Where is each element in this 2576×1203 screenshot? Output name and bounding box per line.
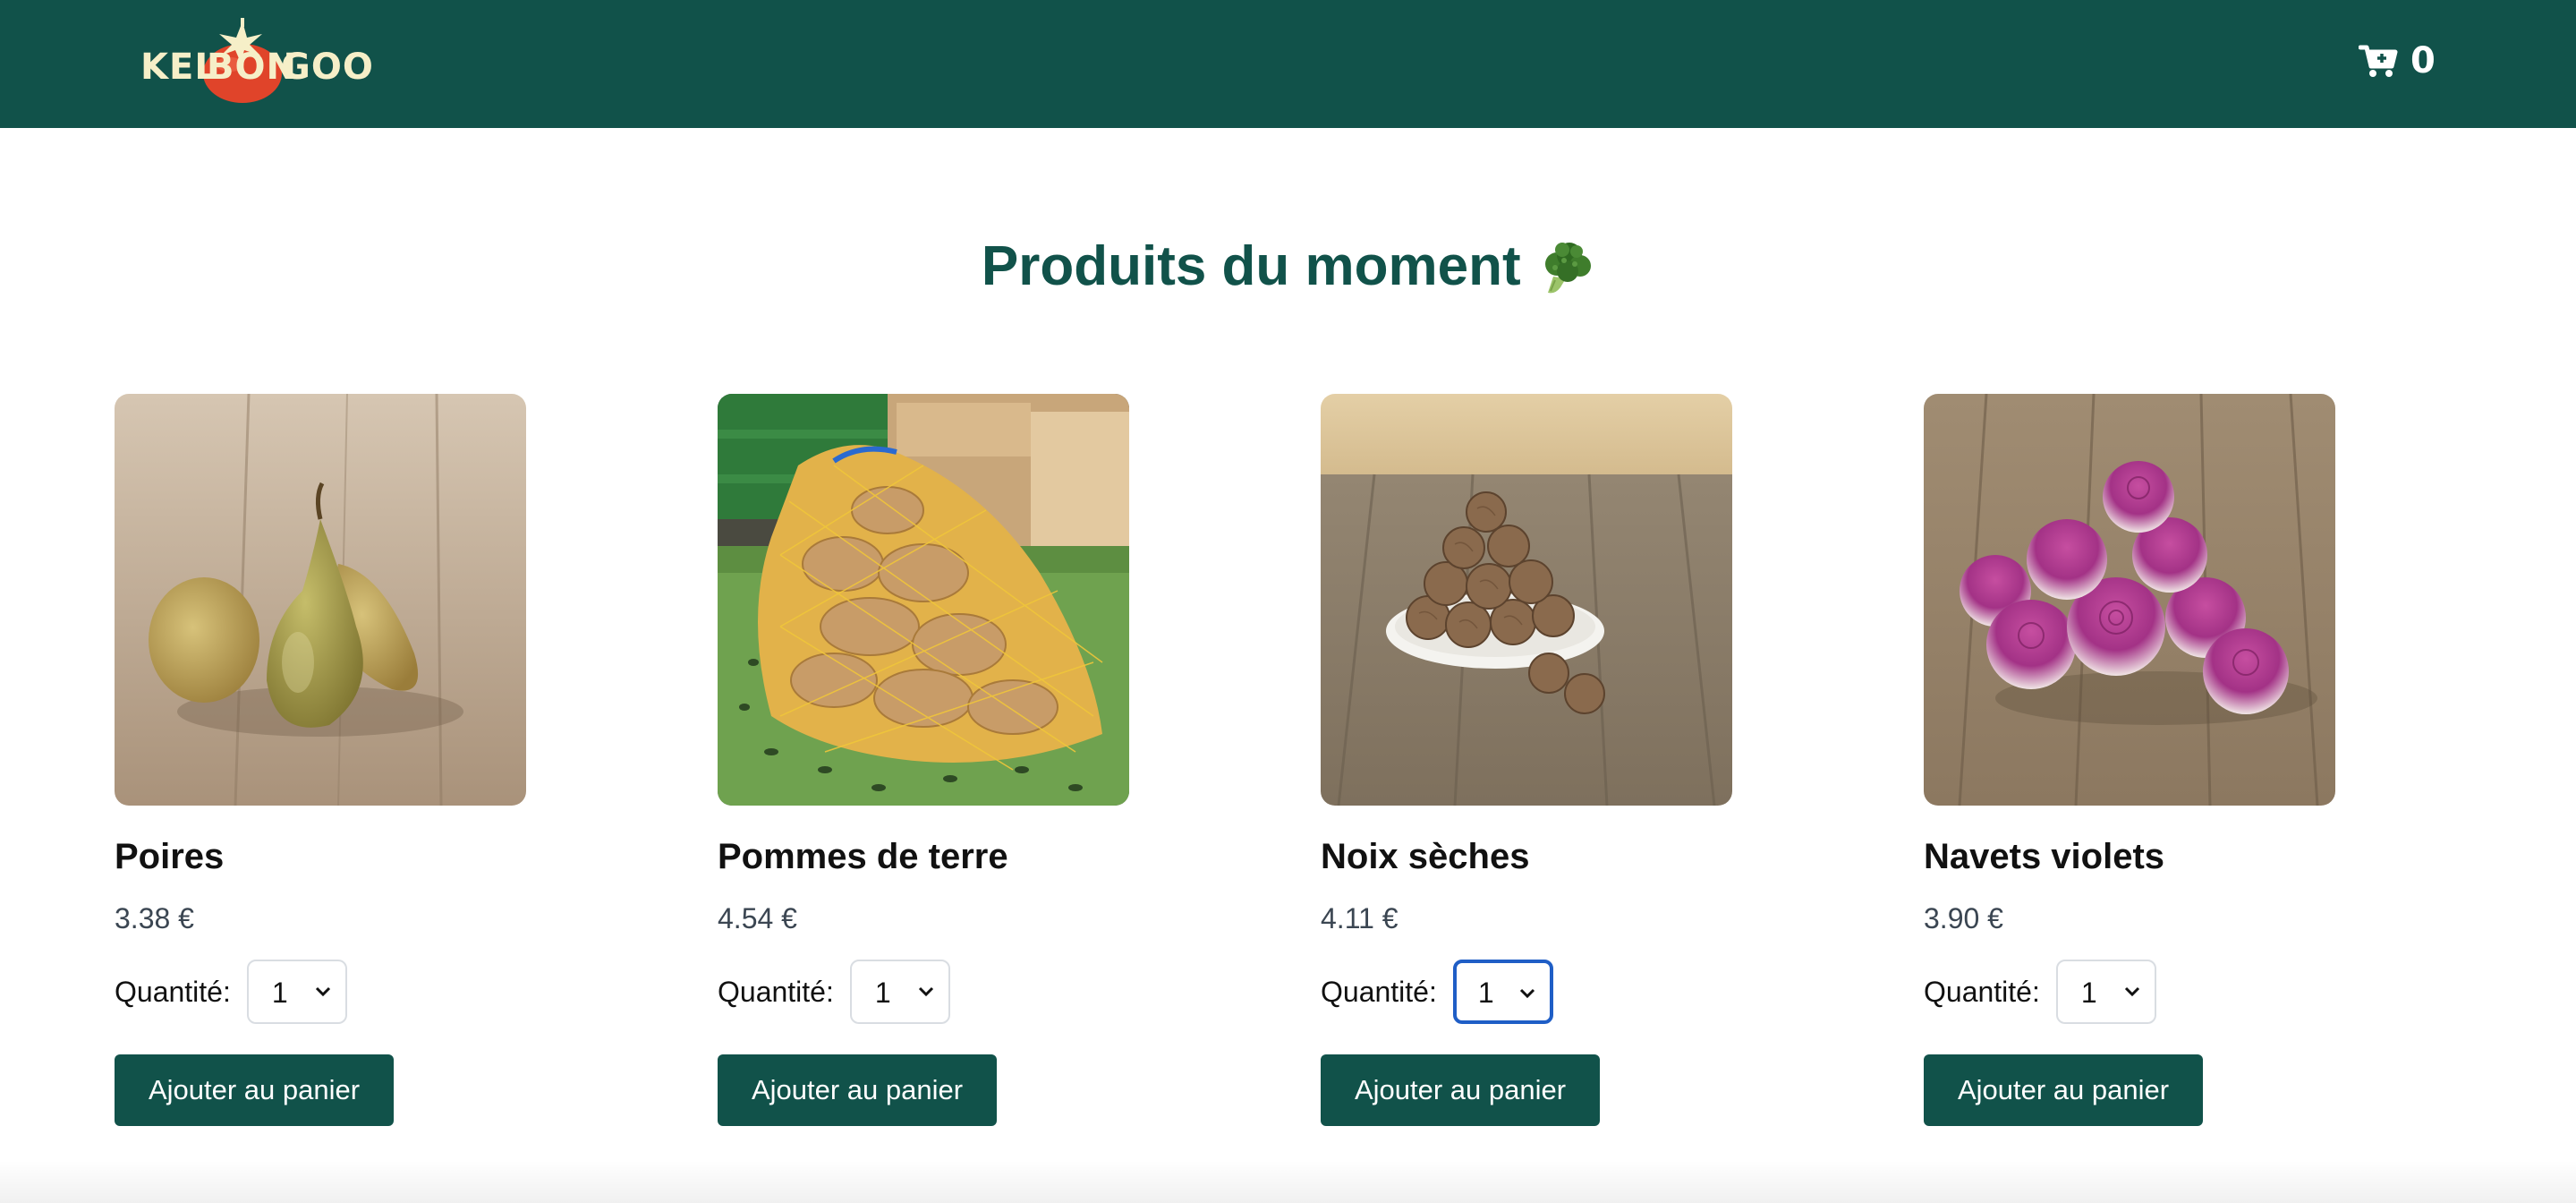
add-to-cart-button[interactable]: Ajouter au panier [1321,1054,1600,1126]
quantity-select[interactable]: 1 [849,960,950,1024]
cart-count: 0 [2410,40,2436,81]
add-to-cart-button[interactable]: Ajouter au panier [718,1054,997,1126]
add-to-cart-button[interactable]: Ajouter au panier [1924,1054,2203,1126]
top-navigation-bar: KEL BON GOO 0 [0,0,2576,128]
page-title: Produits du moment [981,235,1521,297]
kelbongoo-logo[interactable]: KEL BON GOO [140,18,373,107]
logo-text-bon: BON [207,47,297,88]
quantity-label: Quantité: [1924,975,2040,1008]
cart-button[interactable]: 0 [2359,38,2436,84]
quantity-value: 1 [874,977,891,1009]
potatoes-image [718,394,1129,806]
quantity-value: 1 [271,977,288,1009]
section-header: Produits du moment [0,235,2576,298]
quantity-label: Quantité: [115,975,231,1008]
quantity-select[interactable]: 1 [1452,960,1553,1024]
chevron-down-icon [1519,988,1535,999]
broccoli-icon [1545,242,1592,293]
quantity-label: Quantité: [1321,975,1437,1008]
product-price: 3.38 € [115,902,194,934]
product-price: 4.11 € [1321,902,1399,934]
product-card: Pommes de terre 4.54 € Quantité: 1 Ajout… [718,394,1129,1128]
quantity-row: Quantité: 1 [1924,958,2156,1026]
chevron-down-icon [918,986,933,997]
quantity-row: Quantité: 1 [115,958,347,1026]
cart-icon [2359,45,2398,77]
product-price: 4.54 € [718,902,797,934]
product-name: Noix sèches [1321,837,1530,876]
product-image[interactable] [1321,394,1732,806]
quantity-select[interactable]: 1 [246,960,347,1024]
product-name: Poires [115,837,225,876]
quantity-row: Quantité: 1 [1321,958,1553,1026]
quantity-row: Quantité: 1 [718,958,950,1026]
product-image[interactable] [1924,394,2335,806]
quantity-value: 1 [2080,977,2097,1009]
quantity-select[interactable]: 1 [2055,960,2156,1024]
product-price: 3.90 € [1924,902,2003,934]
product-card: Poires 3.38 € Quantité: 1 Ajouter au pan… [115,394,526,1128]
quantity-value: 1 [1477,977,1494,1009]
add-to-cart-button[interactable]: Ajouter au panier [115,1054,394,1126]
walnuts-image [1321,394,1732,806]
product-card: Noix sèches 4.11 € Quantité: 1 Ajouter a… [1321,394,1732,1128]
product-name: Pommes de terre [718,837,1008,876]
quantity-label: Quantité: [718,975,834,1008]
product-card: Navets violets 3.90 € Quantité: 1 Ajoute… [1924,394,2335,1128]
logo-text-goo: GOO [281,47,374,88]
product-image[interactable] [718,394,1129,806]
product-image[interactable] [115,394,526,806]
turnips-image [1924,394,2335,806]
chevron-down-icon [2124,986,2139,997]
chevron-down-icon [315,986,330,997]
footer-shadow [0,1160,2576,1203]
page: KEL BON GOO 0 Produits du moment Poires … [0,0,2576,1203]
product-name: Navets violets [1924,837,2165,876]
pears-image [115,394,526,806]
